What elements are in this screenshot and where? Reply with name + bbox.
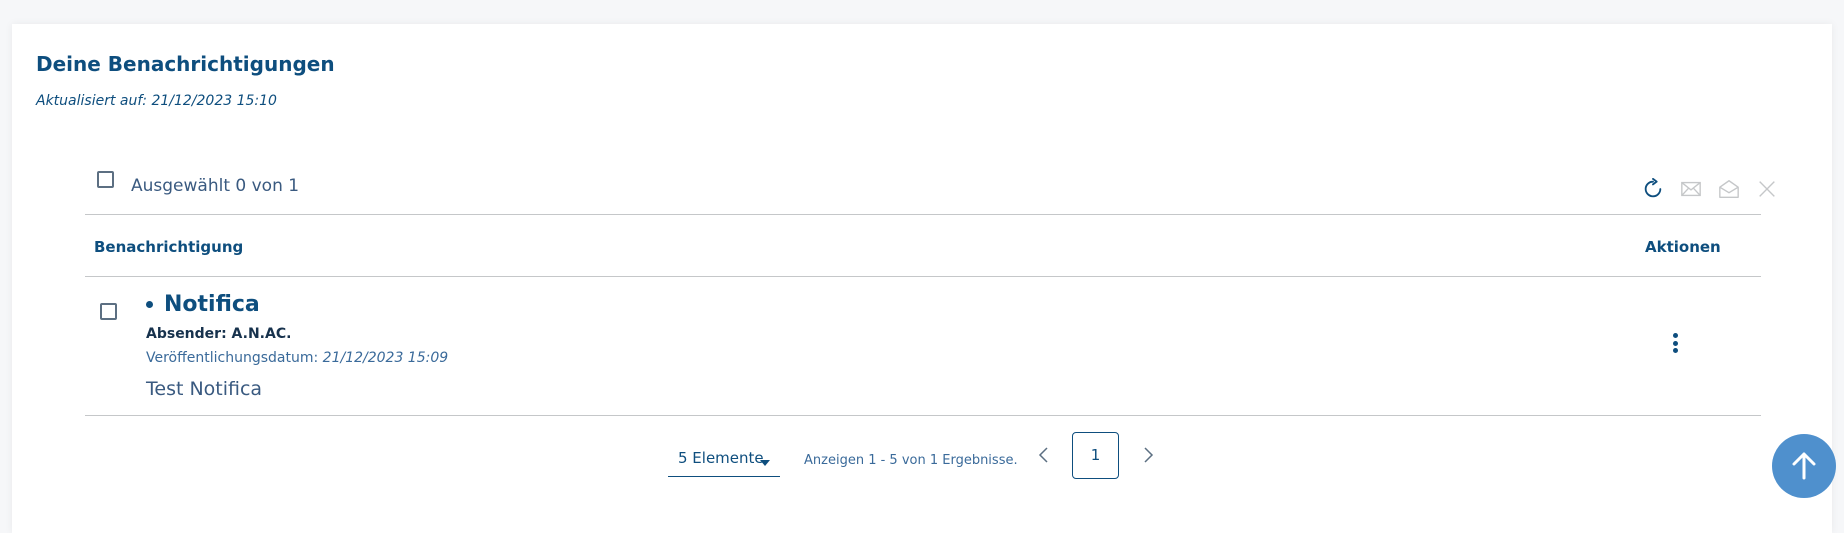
select-all-checkbox[interactable] <box>97 171 114 188</box>
row-checkbox[interactable] <box>100 303 117 320</box>
page-size-label: 5 Elemente <box>678 449 764 467</box>
notification-title[interactable]: Notifica <box>164 292 260 317</box>
row-divider <box>85 415 1761 416</box>
refresh-icon[interactable] <box>1642 178 1664 200</box>
column-header-actions: Aktionen <box>1645 238 1721 256</box>
notification-date: Veröffentlichungsdatum: 21/12/2023 15:09 <box>146 350 448 366</box>
page-1-button[interactable]: 1 <box>1072 432 1119 479</box>
toolbar-divider <box>85 214 1761 215</box>
next-page-icon[interactable] <box>1138 445 1158 465</box>
caret-down-icon <box>760 460 770 466</box>
notification-message: Test Notifica <box>146 378 263 400</box>
unread-indicator <box>146 301 153 308</box>
row-actions-menu-icon[interactable] <box>1667 333 1683 357</box>
results-summary: Anzeigen 1 - 5 von 1 Ergebnisse. <box>804 453 1018 468</box>
column-header-notification: Benachrichtigung <box>94 238 244 256</box>
header-divider <box>85 276 1761 277</box>
close-icon <box>1759 181 1775 197</box>
selected-count-label: Ausgewählt 0 von 1 <box>131 176 300 196</box>
mark-read-icon <box>1719 180 1739 198</box>
notification-sender: Absender: A.N.AC. <box>146 326 292 342</box>
date-value: 21/12/2023 15:09 <box>322 350 449 366</box>
date-label: Veröffentlichungsdatum: <box>146 350 319 366</box>
back-to-top-button[interactable] <box>1772 434 1836 498</box>
previous-page-icon[interactable] <box>1034 445 1054 465</box>
mark-unread-icon <box>1681 181 1701 197</box>
page-size-select[interactable]: 5 Elemente <box>668 446 780 477</box>
arrow-up-icon <box>1792 452 1816 480</box>
last-updated-text: Aktualisiert auf: 21/12/2023 15:10 <box>36 93 277 109</box>
page-title: Deine Benachrichtigungen <box>36 52 335 76</box>
